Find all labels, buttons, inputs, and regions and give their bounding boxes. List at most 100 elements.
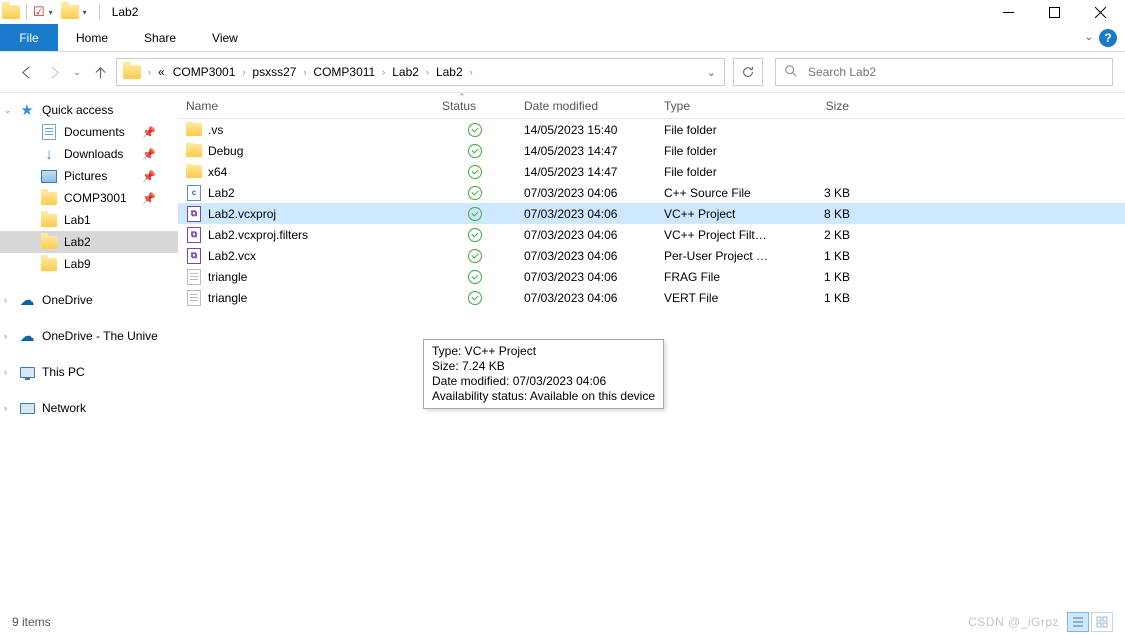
app-folder-icon bbox=[2, 4, 20, 20]
nav-label: Quick access bbox=[42, 103, 113, 117]
address-folder-icon bbox=[123, 65, 141, 79]
pin-icon: 📌 bbox=[142, 148, 156, 161]
nav-label: COMP3001 bbox=[64, 191, 127, 205]
nav-onedrive[interactable]: › ☁ OneDrive bbox=[0, 289, 178, 311]
details-view-button[interactable] bbox=[1067, 612, 1089, 632]
file-row[interactable]: ⧉Lab2.vcxproj07/03/2023 04:06VC++ Projec… bbox=[178, 203, 1125, 224]
breadcrumb-seg[interactable]: Lab2 bbox=[432, 65, 467, 79]
chevron-right-icon[interactable]: › bbox=[379, 67, 388, 77]
file-row[interactable]: triangle07/03/2023 04:06FRAG File1 KB bbox=[178, 266, 1125, 287]
file-row[interactable]: x6414/05/2023 14:47File folder bbox=[178, 161, 1125, 182]
qat-properties-icon[interactable]: ☑ bbox=[33, 4, 45, 20]
column-date[interactable]: Date modified bbox=[516, 99, 656, 113]
chevron-right-icon[interactable]: › bbox=[467, 67, 476, 77]
tooltip-date: Date modified: 07/03/2023 04:06 bbox=[432, 374, 655, 389]
chevron-right-icon[interactable]: › bbox=[300, 67, 309, 77]
nav-folder[interactable]: Lab1 bbox=[0, 209, 178, 231]
column-size[interactable]: Size bbox=[778, 99, 858, 113]
separator bbox=[99, 4, 100, 20]
qat-dropdown-icon[interactable]: ▾ bbox=[49, 8, 53, 17]
column-type[interactable]: Type bbox=[656, 99, 778, 113]
nav-onedrive-org[interactable]: › ☁ OneDrive - The Unive bbox=[0, 325, 178, 347]
tab-home[interactable]: Home bbox=[58, 24, 126, 51]
nav-folder[interactable]: Lab2 bbox=[0, 231, 178, 253]
forward-button[interactable] bbox=[42, 60, 66, 84]
breadcrumb-overflow[interactable]: « bbox=[154, 65, 169, 79]
column-status[interactable]: Status bbox=[434, 99, 516, 113]
status-available-icon bbox=[468, 270, 482, 284]
pc-icon bbox=[18, 364, 36, 380]
chevron-right-icon[interactable]: › bbox=[4, 403, 7, 413]
address-history-icon[interactable]: ⌄ bbox=[707, 66, 716, 79]
chevron-right-icon[interactable]: › bbox=[4, 331, 7, 341]
chevron-right-icon[interactable]: › bbox=[145, 67, 154, 77]
nav-label: OneDrive - The Unive bbox=[42, 329, 158, 343]
nav-quick-access[interactable]: ⌄ ★ Quick access bbox=[0, 99, 178, 121]
tab-file[interactable]: File bbox=[0, 24, 58, 51]
file-name: .vs bbox=[208, 123, 223, 137]
tooltip-availability: Availability status: Available on this d… bbox=[432, 389, 655, 404]
close-button[interactable] bbox=[1077, 0, 1123, 24]
tab-share[interactable]: Share bbox=[126, 24, 194, 51]
cloud-icon: ☁ bbox=[18, 292, 36, 308]
nav-label: Documents bbox=[64, 125, 125, 139]
chevron-right-icon[interactable]: › bbox=[239, 67, 248, 77]
file-row[interactable]: ⧉Lab2.vcx07/03/2023 04:06Per-User Projec… bbox=[178, 245, 1125, 266]
maximize-button[interactable] bbox=[1031, 0, 1077, 24]
refresh-button[interactable] bbox=[733, 58, 763, 86]
file-type: FRAG File bbox=[656, 270, 778, 284]
chevron-right-icon[interactable]: › bbox=[4, 367, 7, 377]
pin-icon: 📌 bbox=[142, 192, 156, 205]
search-icon bbox=[784, 64, 798, 81]
status-bar: 9 items CSDN @_iGrpz bbox=[0, 610, 1125, 634]
file-row[interactable]: triangle07/03/2023 04:06VERT File1 KB bbox=[178, 287, 1125, 308]
folder-icon bbox=[40, 190, 58, 206]
nav-this-pc[interactable]: › This PC bbox=[0, 361, 178, 383]
chevron-right-icon[interactable]: › bbox=[423, 67, 432, 77]
file-size: 1 KB bbox=[778, 270, 858, 284]
recent-dropdown-icon[interactable]: ⌄ bbox=[70, 60, 84, 84]
quick-access-icon: ★ bbox=[18, 102, 36, 118]
minimize-button[interactable] bbox=[985, 0, 1031, 24]
breadcrumb-seg[interactable]: Lab2 bbox=[388, 65, 423, 79]
help-icon[interactable]: ? bbox=[1099, 29, 1117, 47]
item-count: 9 items bbox=[12, 615, 51, 629]
ribbon-expand-icon[interactable]: ⌄ bbox=[1085, 32, 1093, 43]
breadcrumb-seg[interactable]: psxss27 bbox=[248, 65, 300, 79]
chevron-right-icon[interactable]: › bbox=[4, 295, 7, 305]
file-type: File folder bbox=[656, 123, 778, 137]
file-row[interactable]: .vs 14/05/2023 15:40File folder bbox=[178, 119, 1125, 140]
nav-documents[interactable]: Documents 📌 bbox=[0, 121, 178, 143]
file-type: VERT File bbox=[656, 291, 778, 305]
file-size: 1 KB bbox=[778, 249, 858, 263]
search-input[interactable] bbox=[806, 64, 1104, 80]
column-name[interactable]: Name⌃ bbox=[178, 99, 434, 113]
file-row[interactable]: Debug14/05/2023 14:47File folder bbox=[178, 140, 1125, 161]
nav-folder[interactable]: Lab9 bbox=[0, 253, 178, 275]
status-available-icon bbox=[468, 207, 482, 221]
nav-folder[interactable]: COMP3001 📌 bbox=[0, 187, 178, 209]
file-name: Lab2.vcx bbox=[208, 249, 256, 263]
title-bar: ☑ ▾ ▾ Lab2 bbox=[0, 0, 1125, 24]
file-date: 07/03/2023 04:06 bbox=[516, 186, 656, 200]
up-button[interactable] bbox=[88, 60, 112, 84]
file-tooltip: Type: VC++ Project Size: 7.24 KB Date mo… bbox=[423, 339, 664, 409]
tab-view[interactable]: View bbox=[194, 24, 256, 51]
thumbnails-view-button[interactable] bbox=[1091, 612, 1113, 632]
file-date: 14/05/2023 15:40 bbox=[516, 123, 656, 137]
nav-label: Lab9 bbox=[64, 257, 91, 271]
file-name: Debug bbox=[208, 144, 243, 158]
breadcrumb-seg[interactable]: COMP3001 bbox=[169, 65, 240, 79]
chevron-down-icon[interactable]: ⌄ bbox=[4, 105, 12, 116]
breadcrumb-seg[interactable]: COMP3011 bbox=[309, 65, 379, 79]
file-row[interactable]: ⧉Lab2.vcxproj.filters07/03/2023 04:06VC+… bbox=[178, 224, 1125, 245]
pin-icon: 📌 bbox=[142, 170, 156, 183]
nav-downloads[interactable]: ↓ Downloads 📌 bbox=[0, 143, 178, 165]
nav-pictures[interactable]: Pictures 📌 bbox=[0, 165, 178, 187]
qat-chevron-icon[interactable]: ▾ bbox=[83, 8, 87, 17]
back-button[interactable] bbox=[14, 60, 38, 84]
search-box[interactable] bbox=[775, 58, 1113, 86]
nav-network[interactable]: › Network bbox=[0, 397, 178, 419]
file-row[interactable]: cLab207/03/2023 04:06C++ Source File3 KB bbox=[178, 182, 1125, 203]
address-bar[interactable]: › « COMP3001 › psxss27 › COMP3011 › Lab2… bbox=[116, 58, 725, 86]
